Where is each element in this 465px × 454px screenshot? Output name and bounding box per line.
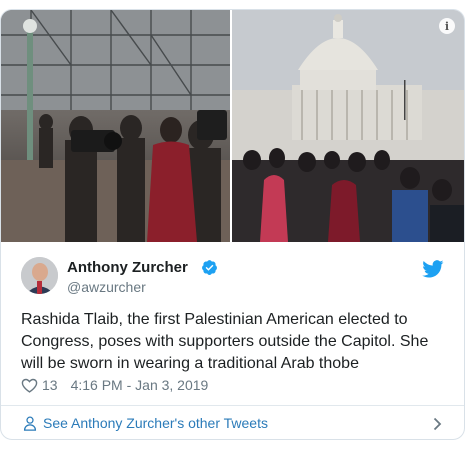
heart-icon[interactable] (21, 378, 38, 393)
avatar[interactable] (21, 257, 58, 294)
chevron-right-icon[interactable] (433, 417, 442, 431)
see-other-tweets-link[interactable]: See Anthony Zurcher's other Tweets (1, 406, 464, 439)
info-icon[interactable]: i (439, 18, 455, 34)
tweet-photo-left[interactable] (1, 10, 230, 242)
tweet-photo-right[interactable] (232, 10, 464, 242)
author-handle[interactable]: @awzurcher (67, 279, 146, 295)
person-icon (23, 416, 37, 431)
tweet-text: Rashida Tlaib, the first Palestinian Ame… (21, 311, 429, 372)
avatar-image (21, 257, 58, 294)
like-count[interactable]: 13 (42, 377, 58, 393)
verified-badge-icon (202, 260, 217, 275)
embedded-tweet-card[interactable]: i Anthony Zurcher @awzurcher Rashida Tla… (0, 9, 465, 440)
tweet-media[interactable]: i (1, 10, 464, 242)
author-name[interactable]: Anthony Zurcher (67, 259, 188, 276)
see-other-tweets-label[interactable]: See Anthony Zurcher's other Tweets (43, 415, 268, 431)
capitol-scene-illustration (232, 10, 464, 242)
tweet-meta: 13 4:16 PM - Jan 3, 2019 (21, 375, 208, 395)
tweet-timestamp[interactable]: 4:16 PM - Jan 3, 2019 (71, 377, 209, 393)
tweet-header: Anthony Zurcher @awzurcher (1, 242, 464, 308)
press-scene-illustration (1, 10, 230, 242)
twitter-bird-icon[interactable] (422, 260, 444, 278)
